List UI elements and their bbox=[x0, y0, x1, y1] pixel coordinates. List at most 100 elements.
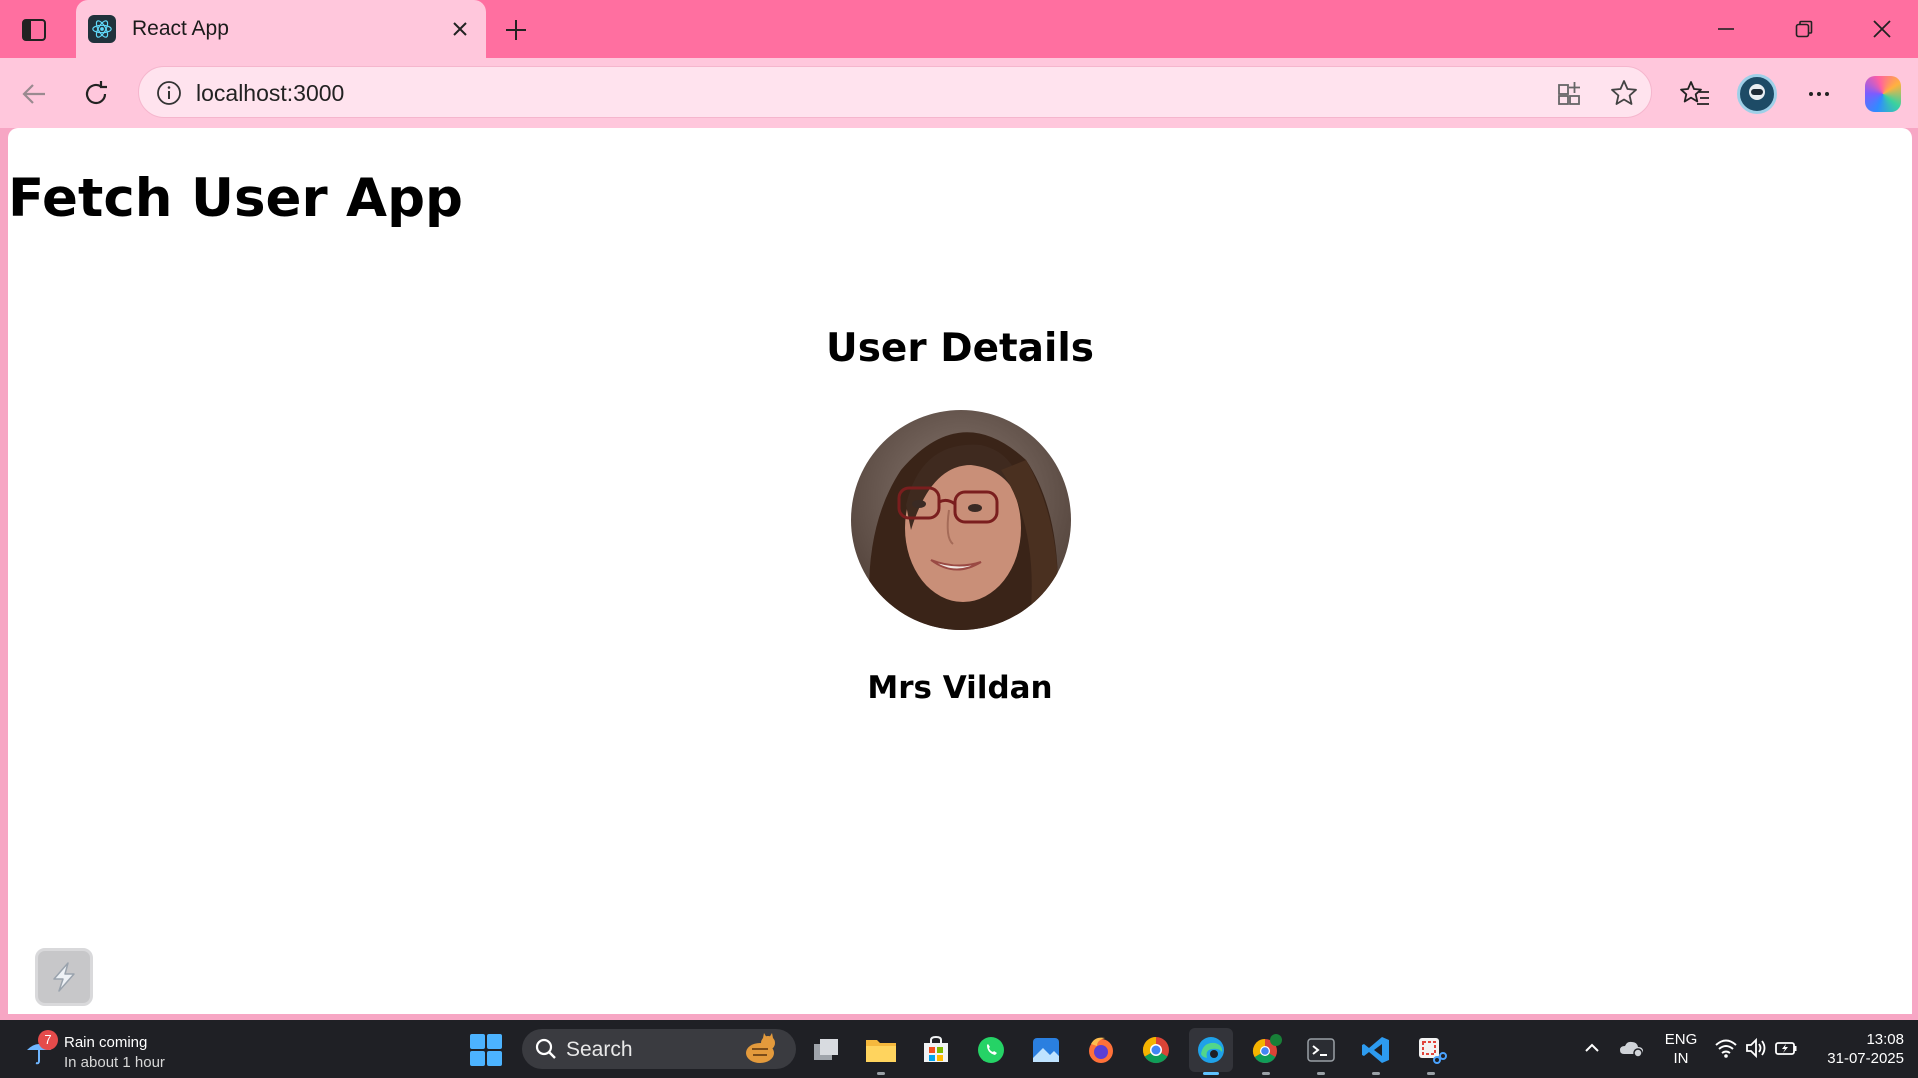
search-icon bbox=[535, 1038, 556, 1059]
refresh-button[interactable] bbox=[74, 72, 118, 116]
extension-icon bbox=[53, 962, 75, 992]
language-indicator[interactable]: ENG IN bbox=[1660, 1030, 1702, 1068]
favorites-button[interactable] bbox=[1672, 71, 1718, 117]
running-indicator bbox=[877, 1072, 885, 1075]
taskbar-clock[interactable]: 13:08 31-07-2025 bbox=[1808, 1030, 1904, 1068]
clock-date: 31-07-2025 bbox=[1827, 1050, 1904, 1067]
snipping-tool-icon bbox=[1419, 1038, 1447, 1064]
app-available-icon bbox=[1558, 82, 1580, 105]
browser-titlebar: React App bbox=[0, 0, 1918, 58]
battery-icon bbox=[1775, 1042, 1797, 1055]
chrome-icon bbox=[1252, 1034, 1282, 1064]
wifi-button[interactable] bbox=[1712, 1034, 1740, 1062]
running-indicator bbox=[1427, 1072, 1435, 1075]
onedrive-icon bbox=[1620, 1041, 1643, 1058]
running-indicator bbox=[1317, 1072, 1325, 1075]
tab-react-app[interactable]: React App bbox=[76, 0, 486, 58]
photos-icon bbox=[1033, 1038, 1059, 1062]
minimize-icon bbox=[1718, 28, 1734, 30]
battery-button[interactable] bbox=[1772, 1034, 1800, 1062]
weather-widget[interactable]: 7 Rain coming In about 1 hour bbox=[20, 1026, 200, 1072]
react-favicon-icon bbox=[88, 15, 116, 43]
info-icon bbox=[157, 81, 181, 105]
show-hidden-icons-button[interactable] bbox=[1578, 1034, 1606, 1062]
running-indicator bbox=[1203, 1072, 1219, 1075]
user-avatar bbox=[851, 410, 1071, 630]
extension-widget[interactable] bbox=[35, 948, 93, 1006]
page-viewport: Fetch User App User Details Mrs Vildan bbox=[8, 128, 1912, 1014]
firefox-button[interactable] bbox=[1079, 1028, 1123, 1072]
vscode-icon bbox=[1362, 1037, 1389, 1063]
edge-icon bbox=[1198, 1037, 1224, 1063]
restore-button[interactable] bbox=[1774, 8, 1834, 50]
taskbar: 7 Rain coming In about 1 hour Search ENG… bbox=[0, 1020, 1918, 1078]
address-bar[interactable]: localhost:3000 bbox=[138, 66, 1652, 118]
file-explorer-button[interactable] bbox=[859, 1028, 903, 1075]
windows-start-icon[interactable] bbox=[470, 1034, 502, 1066]
chevron-up-icon bbox=[1585, 1043, 1599, 1052]
browser-toolbar: localhost:3000 bbox=[0, 58, 1918, 128]
site-info-button[interactable] bbox=[151, 75, 187, 111]
edge-button[interactable] bbox=[1189, 1028, 1233, 1075]
clock-time: 13:08 bbox=[1866, 1031, 1904, 1048]
whatsapp-button[interactable] bbox=[969, 1028, 1013, 1072]
star-icon bbox=[1611, 80, 1637, 105]
user-name: Mrs Vildan bbox=[867, 670, 1053, 706]
close-icon bbox=[453, 22, 467, 36]
store-button[interactable] bbox=[914, 1028, 958, 1072]
search-highlight-icon bbox=[746, 1033, 775, 1063]
search-label: Search bbox=[566, 1038, 633, 1061]
restore-icon bbox=[1795, 20, 1813, 38]
chrome-button[interactable] bbox=[1134, 1028, 1178, 1072]
running-indicator bbox=[1262, 1072, 1270, 1075]
task-view-icon bbox=[814, 1039, 838, 1060]
weather-title: Rain coming bbox=[64, 1034, 148, 1051]
chrome-icon bbox=[1142, 1036, 1169, 1064]
plus-icon bbox=[506, 20, 526, 40]
profile-button[interactable] bbox=[1734, 71, 1780, 117]
snipping-tool-button[interactable] bbox=[1409, 1028, 1453, 1075]
language-line2: IN bbox=[1673, 1050, 1689, 1067]
terminal-icon bbox=[1307, 1038, 1335, 1062]
tab-close-button[interactable] bbox=[442, 11, 478, 47]
whatsapp-icon bbox=[978, 1037, 1004, 1063]
tab-title: React App bbox=[132, 17, 229, 40]
copilot-icon bbox=[1865, 76, 1901, 112]
sidebar-toggle-button[interactable] bbox=[16, 12, 52, 48]
volume-button[interactable] bbox=[1742, 1034, 1770, 1062]
user-details-heading: User Details bbox=[826, 326, 1094, 371]
favorite-button[interactable] bbox=[1605, 74, 1643, 112]
task-view-button[interactable] bbox=[804, 1028, 848, 1072]
file-explorer-icon bbox=[866, 1040, 896, 1062]
new-tab-button[interactable] bbox=[496, 10, 536, 50]
sidebar-toggle-icon bbox=[22, 19, 46, 41]
close-window-button[interactable] bbox=[1852, 8, 1912, 50]
app-available-button[interactable] bbox=[1551, 74, 1589, 112]
onedrive-button[interactable] bbox=[1618, 1034, 1646, 1062]
firefox-icon bbox=[1089, 1037, 1113, 1063]
back-button[interactable] bbox=[12, 72, 56, 116]
running-indicator bbox=[1372, 1072, 1380, 1075]
more-icon bbox=[1809, 92, 1829, 96]
minimize-button[interactable] bbox=[1696, 8, 1756, 50]
close-icon bbox=[1873, 20, 1891, 38]
refresh-icon bbox=[85, 81, 107, 105]
app-title: Fetch User App bbox=[8, 168, 463, 229]
photos-button[interactable] bbox=[1024, 1028, 1068, 1072]
more-options-button[interactable] bbox=[1796, 71, 1842, 117]
terminal-button[interactable] bbox=[1299, 1028, 1343, 1075]
copilot-button[interactable] bbox=[1860, 71, 1906, 117]
weather-badge: 7 bbox=[38, 1030, 58, 1050]
store-icon bbox=[924, 1035, 948, 1062]
back-icon bbox=[22, 84, 45, 104]
wifi-icon bbox=[1715, 1039, 1737, 1058]
profile-icon bbox=[1737, 74, 1777, 114]
vscode-button[interactable] bbox=[1354, 1028, 1398, 1075]
weather-subtitle: In about 1 hour bbox=[64, 1054, 165, 1071]
volume-icon bbox=[1746, 1037, 1766, 1059]
language-line1: ENG bbox=[1664, 1031, 1698, 1048]
address-url[interactable]: localhost:3000 bbox=[196, 80, 344, 107]
favorites-icon bbox=[1680, 81, 1709, 105]
taskbar-search-box[interactable]: Search bbox=[522, 1029, 796, 1069]
chrome-profile-button[interactable] bbox=[1244, 1028, 1288, 1075]
